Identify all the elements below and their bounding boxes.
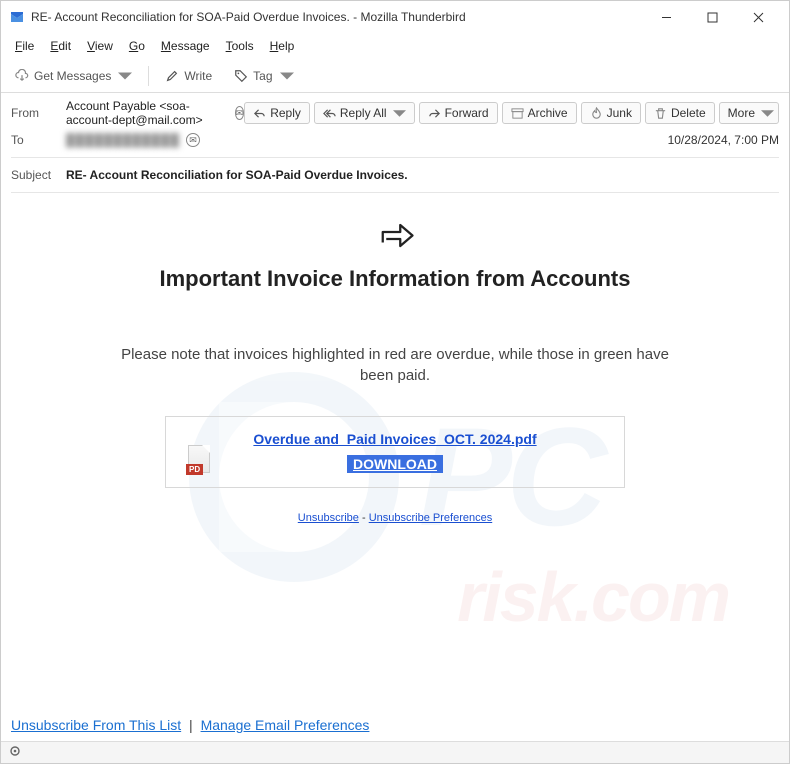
more-button[interactable]: More <box>719 102 779 124</box>
minimize-button[interactable] <box>643 1 689 33</box>
junk-label: Junk <box>607 106 632 120</box>
toolbar: Get Messages Write Tag <box>1 59 789 93</box>
app-icon <box>9 9 25 25</box>
attachment-link[interactable]: Overdue and_Paid Invoices_OCT. 2024.pdf <box>253 431 536 447</box>
to-label: To <box>11 133 66 147</box>
forward-label: Forward <box>445 106 489 120</box>
message-date: 10/28/2024, 7:00 PM <box>668 133 779 147</box>
attachment-box: PD Overdue and_Paid Invoices_OCT. 2024.p… <box>165 416 625 488</box>
download-button[interactable]: DOWNLOAD <box>347 455 443 473</box>
email-message: Please note that invoices highlighted in… <box>105 344 685 386</box>
get-messages-button[interactable]: Get Messages <box>7 65 140 87</box>
junk-button[interactable]: Junk <box>581 102 641 124</box>
contact-info-icon[interactable]: ✉ <box>235 106 245 120</box>
body-unsubscribe-link[interactable]: Unsubscribe <box>298 512 359 524</box>
toolbar-separator <box>148 66 149 86</box>
subject-value: RE- Account Reconciliation for SOA-Paid … <box>66 168 779 182</box>
from-value[interactable]: Account Payable <soa-account-dept@mail.c… <box>66 99 229 127</box>
archive-button[interactable]: Archive <box>502 102 577 124</box>
delete-button[interactable]: Delete <box>645 102 715 124</box>
reply-button[interactable]: Reply <box>244 102 310 124</box>
footer-unsubscribe-link[interactable]: Unsubscribe From This List <box>11 717 181 733</box>
get-messages-label: Get Messages <box>34 69 111 83</box>
footer-links: Unsubscribe From This List | Manage Emai… <box>11 717 369 733</box>
pdf-badge: PD <box>186 464 203 475</box>
forward-button[interactable]: Forward <box>419 102 498 124</box>
tag-button[interactable]: Tag <box>226 65 301 87</box>
message-body: PC risk.com Important Invoice Informatio… <box>1 197 789 757</box>
status-bar <box>1 741 789 763</box>
message-headers: From Account Payable <soa-account-dept@m… <box>1 93 789 193</box>
reply-label: Reply <box>270 106 301 120</box>
write-label: Write <box>184 69 212 83</box>
pencil-icon <box>165 69 179 83</box>
menu-edit[interactable]: Edit <box>42 35 79 57</box>
write-button[interactable]: Write <box>157 65 220 87</box>
menu-bar: File Edit View Go Message Tools Help <box>1 33 789 59</box>
reply-all-label: Reply All <box>340 106 387 120</box>
menu-go[interactable]: Go <box>121 35 153 57</box>
footer-manage-link[interactable]: Manage Email Preferences <box>201 717 370 733</box>
from-label: From <box>11 106 66 120</box>
reply-all-button[interactable]: Reply All <box>314 102 415 124</box>
pdf-icon: PD <box>188 445 212 473</box>
tag-label: Tag <box>253 69 272 83</box>
forward-icon <box>428 107 441 120</box>
header-to-row: To ████████████ ✉ 10/28/2024, 7:00 PM <box>11 127 779 153</box>
header-subject-row: Subject RE- Account Reconciliation for S… <box>11 162 779 188</box>
trash-icon <box>654 107 667 120</box>
flame-icon <box>590 107 603 120</box>
status-activity-icon <box>9 745 21 760</box>
title-bar: RE- Account Reconciliation for SOA-Paid … <box>1 1 789 33</box>
close-button[interactable] <box>735 1 781 33</box>
more-label: More <box>728 106 755 120</box>
menu-tools[interactable]: Tools <box>218 35 262 57</box>
menu-message[interactable]: Message <box>153 35 218 57</box>
body-unsub-prefs-link[interactable]: Unsubscribe Preferences <box>369 512 493 524</box>
chevron-down-icon <box>761 107 774 120</box>
download-cloud-icon <box>15 69 29 83</box>
to-value[interactable]: ████████████ <box>66 133 180 147</box>
message-actions: Reply Reply All Forward Archive Junk <box>244 102 779 124</box>
delete-label: Delete <box>671 106 706 120</box>
unsub-separator: - <box>362 512 369 524</box>
window-title: RE- Account Reconciliation for SOA-Paid … <box>31 10 643 24</box>
subject-label: Subject <box>11 168 66 182</box>
contact-info-icon[interactable]: ✉ <box>186 133 200 147</box>
email-unsubscribe-row: Unsubscribe - Unsubscribe Preferences <box>61 512 729 524</box>
chevron-down-icon <box>393 107 406 120</box>
menu-view[interactable]: View <box>79 35 121 57</box>
tag-icon <box>234 69 248 83</box>
reply-icon <box>253 107 266 120</box>
archive-icon <box>511 107 524 120</box>
archive-label: Archive <box>528 106 568 120</box>
footer-separator: | <box>189 717 193 733</box>
reply-all-icon <box>323 107 336 120</box>
chevron-down-icon <box>280 69 294 83</box>
menu-file[interactable]: File <box>7 35 42 57</box>
menu-help[interactable]: Help <box>262 35 303 57</box>
share-icon <box>374 215 416 252</box>
email-content: Important Invoice Information from Accou… <box>61 211 729 524</box>
chevron-down-icon <box>118 69 132 83</box>
maximize-button[interactable] <box>689 1 735 33</box>
header-from-row: From Account Payable <soa-account-dept@m… <box>11 99 779 127</box>
email-heading: Important Invoice Information from Accou… <box>61 264 729 294</box>
